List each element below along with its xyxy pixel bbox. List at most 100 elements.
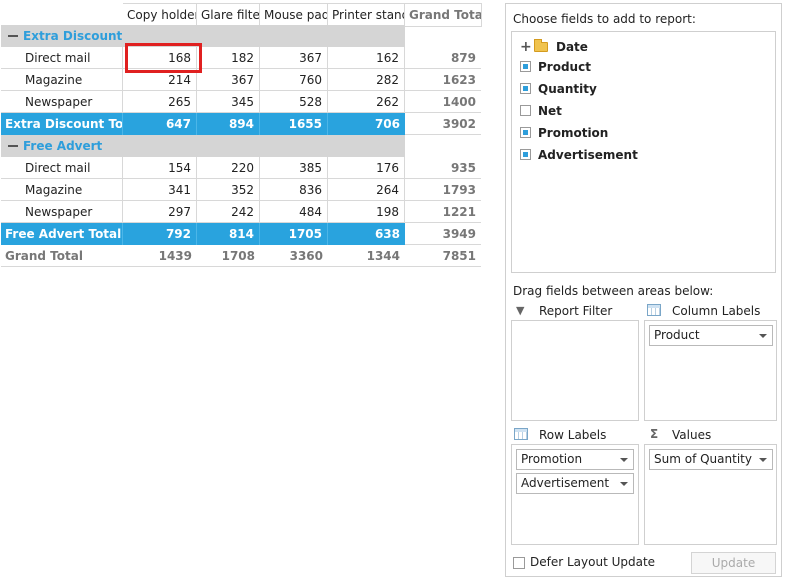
group-total-label[interactable]: Free Advert Total — [1, 223, 123, 245]
total-cell[interactable]: 814 — [197, 223, 260, 245]
field-checkbox[interactable] — [520, 149, 531, 160]
column-header[interactable]: Copy holder — [123, 4, 197, 26]
total-cell[interactable]: 1705 — [260, 223, 328, 245]
expand-icon[interactable]: + — [520, 37, 532, 57]
group-total-row: Extra Discount Total 647 894 1655 706 39… — [1, 113, 481, 135]
update-button[interactable]: Update — [691, 552, 776, 574]
value-cell[interactable]: 214 — [123, 69, 197, 91]
chevron-down-icon[interactable] — [759, 334, 767, 338]
value-cell[interactable]: 760 — [260, 69, 328, 91]
grand-total-label[interactable]: Grand Total — [1, 245, 123, 267]
field-checkbox[interactable] — [520, 105, 531, 116]
row-label[interactable]: Direct mail — [1, 157, 123, 179]
value-cell[interactable]: 162 — [328, 47, 405, 69]
field-checkbox[interactable] — [520, 61, 531, 72]
dropdown-label: Promotion — [521, 452, 583, 466]
field-list: + Date Product Quantity Net Promotion Ad… — [511, 31, 776, 273]
values-title: Values — [672, 428, 712, 442]
total-cell[interactable]: 894 — [197, 113, 260, 135]
total-cell[interactable]: 792 — [123, 223, 197, 245]
total-cell[interactable]: 1655 — [260, 113, 328, 135]
chevron-down-icon[interactable] — [620, 482, 628, 486]
value-cell[interactable]: 352 — [197, 179, 260, 201]
column-header[interactable]: Mouse pad — [260, 4, 328, 26]
row-grand-total[interactable]: 1221 — [405, 201, 481, 223]
dropdown-label: Product — [654, 328, 700, 342]
row-label[interactable]: Magazine — [1, 179, 123, 201]
table-row: Newspaper 297 242 484 198 1221 — [1, 201, 481, 223]
row-grand-total[interactable]: 1793 — [405, 179, 481, 201]
value-cell[interactable]: 220 — [197, 157, 260, 179]
grand-total-cell[interactable]: 1708 — [197, 245, 260, 267]
value-cell[interactable]: 242 — [197, 201, 260, 223]
row-labels-area[interactable]: Promotion Advertisement — [511, 444, 639, 545]
row-field-promotion[interactable]: Promotion — [516, 449, 634, 470]
grand-total-cell[interactable]: 1439 — [123, 245, 197, 267]
chevron-down-icon[interactable] — [759, 458, 767, 462]
value-cell[interactable]: 198 — [328, 201, 405, 223]
column-header-row: Copy holder Glare filter Mouse pad Print… — [123, 3, 482, 27]
group-header-row[interactable]: Extra Discount — [1, 25, 405, 47]
table-row: Newspaper 265 345 528 262 1400 — [1, 91, 481, 113]
value-cell[interactable]: 484 — [260, 201, 328, 223]
value-cell[interactable]: 154 — [123, 157, 197, 179]
value-cell[interactable]: 367 — [197, 69, 260, 91]
sigma-icon: Σ — [650, 427, 659, 441]
row-label[interactable]: Newspaper — [1, 201, 123, 223]
column-labels-area[interactable]: Product — [644, 320, 777, 421]
field-checkbox[interactable] — [520, 83, 531, 94]
group-grand-total[interactable]: 3949 — [405, 223, 481, 245]
value-cell[interactable]: 385 — [260, 157, 328, 179]
defer-layout-checkbox[interactable] — [513, 557, 525, 569]
value-cell[interactable]: 182 — [197, 47, 260, 69]
field-list-title: Choose fields to add to report: — [513, 12, 696, 26]
row-labels-title: Row Labels — [539, 428, 607, 442]
filter-icon: ▼ — [516, 304, 525, 317]
group-total-label[interactable]: Extra Discount Total — [1, 113, 123, 135]
value-cell[interactable]: 265 — [123, 91, 197, 113]
value-cell[interactable]: 345 — [197, 91, 260, 113]
overall-grand-total[interactable]: 7851 — [405, 245, 481, 267]
row-grand-total[interactable]: 879 — [405, 47, 481, 69]
grand-total-cell[interactable]: 3360 — [260, 245, 328, 267]
value-cell[interactable]: 176 — [328, 157, 405, 179]
field-checkbox[interactable] — [520, 127, 531, 138]
value-cell[interactable]: 297 — [123, 201, 197, 223]
field-label: Advertisement — [538, 148, 638, 162]
field-label: Product — [538, 60, 591, 74]
row-label[interactable]: Magazine — [1, 69, 123, 91]
row-label[interactable]: Newspaper — [1, 91, 123, 113]
column-header[interactable]: Printer stand — [328, 4, 405, 26]
grand-total-cell[interactable]: 1344 — [328, 245, 405, 267]
row-field-advertisement[interactable]: Advertisement — [516, 473, 634, 494]
value-cell[interactable]: 341 — [123, 179, 197, 201]
field-label: Quantity — [538, 82, 597, 96]
value-cell[interactable]: 264 — [328, 179, 405, 201]
group-grand-total[interactable]: 3902 — [405, 113, 481, 135]
total-cell[interactable]: 706 — [328, 113, 405, 135]
chevron-down-icon[interactable] — [620, 458, 628, 462]
value-cell[interactable]: 367 — [260, 47, 328, 69]
report-filter-title: Report Filter — [539, 304, 613, 318]
column-header[interactable]: Glare filter — [197, 4, 260, 26]
row-grand-total[interactable]: 1623 — [405, 69, 481, 91]
value-cell[interactable]: 282 — [328, 69, 405, 91]
total-cell[interactable]: 647 — [123, 113, 197, 135]
value-cell[interactable]: 168 — [123, 47, 197, 69]
row-label[interactable]: Direct mail — [1, 47, 123, 69]
row-grand-total[interactable]: 1400 — [405, 91, 481, 113]
column-header-grand-total[interactable]: Grand Total — [405, 4, 481, 26]
value-cell[interactable]: 528 — [260, 91, 328, 113]
column-field-product[interactable]: Product — [649, 325, 773, 346]
value-cell[interactable]: 262 — [328, 91, 405, 113]
report-filter-area[interactable] — [511, 320, 639, 421]
value-field-sum-of-quantity[interactable]: Sum of Quantity — [649, 449, 773, 470]
table-row: Direct mail 168 182 367 162 879 — [1, 47, 481, 69]
row-grand-total[interactable]: 935 — [405, 157, 481, 179]
values-area[interactable]: Sum of Quantity — [644, 444, 777, 545]
column-labels-title: Column Labels — [672, 304, 761, 318]
group-header-row[interactable]: Free Advert — [1, 135, 405, 157]
total-cell[interactable]: 638 — [328, 223, 405, 245]
value-cell[interactable]: 836 — [260, 179, 328, 201]
table-row: Magazine 341 352 836 264 1793 — [1, 179, 481, 201]
